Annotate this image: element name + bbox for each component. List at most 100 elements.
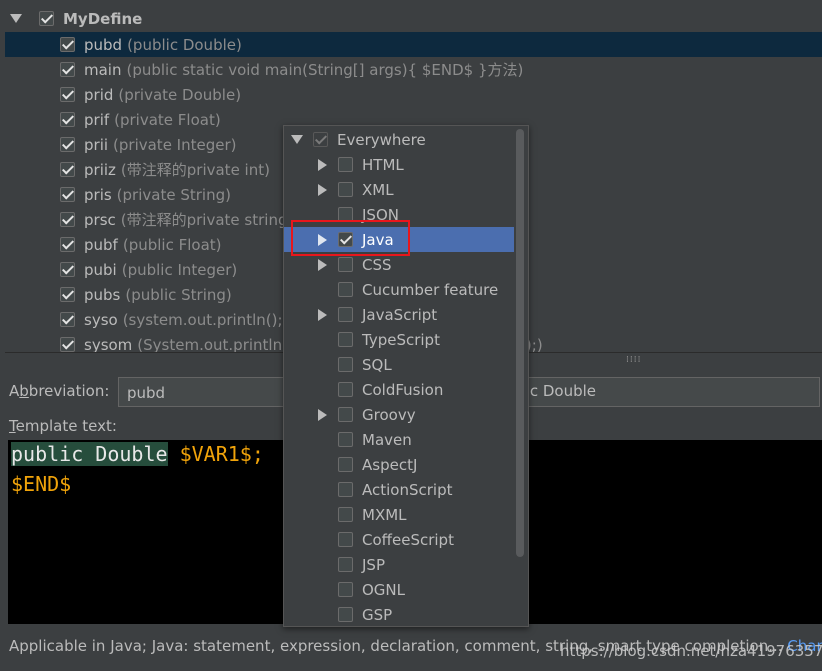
template-row[interactable]: prid (private Double) bbox=[5, 82, 822, 107]
context-label: Cucumber feature bbox=[362, 280, 499, 299]
template-checkbox[interactable] bbox=[60, 162, 75, 177]
context-checkbox[interactable] bbox=[338, 582, 353, 597]
context-label: CSS bbox=[362, 255, 392, 274]
group-checkbox[interactable] bbox=[39, 11, 54, 26]
template-abbreviation: pubs bbox=[84, 285, 121, 304]
context-checkbox[interactable] bbox=[313, 132, 328, 147]
template-abbreviation: prif bbox=[84, 110, 110, 129]
template-checkbox[interactable] bbox=[60, 62, 75, 77]
template-description: (private Float) bbox=[114, 110, 221, 129]
template-abbreviation: prsc bbox=[84, 210, 116, 229]
context-item-ognl[interactable]: OGNL bbox=[284, 577, 514, 602]
context-label: JSP bbox=[362, 555, 385, 574]
template-checkbox[interactable] bbox=[60, 87, 75, 102]
tree-group-mydefine[interactable]: MyDefine bbox=[5, 6, 822, 31]
context-checkbox[interactable] bbox=[338, 307, 353, 322]
context-checkbox[interactable] bbox=[338, 557, 353, 572]
abbreviation-label: Abbreviation: bbox=[9, 382, 110, 400]
watermark: https://blog.csdn.net/hza419763578 bbox=[560, 642, 822, 660]
template-text-label: Template text: bbox=[9, 417, 117, 435]
template-checkbox[interactable] bbox=[60, 37, 75, 52]
context-checkbox[interactable] bbox=[338, 282, 353, 297]
context-checkbox[interactable] bbox=[338, 357, 353, 372]
template-checkbox[interactable] bbox=[60, 212, 75, 227]
context-item-cucumber-feature[interactable]: Cucumber feature bbox=[284, 277, 514, 302]
context-checkbox[interactable] bbox=[338, 407, 353, 422]
context-label: XML bbox=[362, 180, 394, 199]
template-description: (System.out.println(" bbox=[137, 335, 295, 353]
group-name: MyDefine bbox=[63, 9, 143, 28]
context-item-coffeescript[interactable]: CoffeeScript bbox=[284, 527, 514, 552]
context-item-groovy[interactable]: Groovy bbox=[284, 402, 514, 427]
context-item-actionscript[interactable]: ActionScript bbox=[284, 477, 514, 502]
context-item-aspectj[interactable]: AspectJ bbox=[284, 452, 514, 477]
template-abbreviation: pubf bbox=[84, 235, 118, 254]
context-item-xml[interactable]: XML bbox=[284, 177, 514, 202]
collapsed-arrow-icon[interactable] bbox=[317, 308, 327, 321]
context-item-everywhere[interactable]: Everywhere bbox=[284, 127, 514, 152]
context-label: Groovy bbox=[362, 405, 416, 424]
context-item-html[interactable]: HTML bbox=[284, 152, 514, 177]
context-item-javascript[interactable]: JavaScript bbox=[284, 302, 514, 327]
collapsed-arrow-icon[interactable] bbox=[317, 408, 327, 421]
context-label: TypeScript bbox=[362, 330, 440, 349]
context-label: CoffeeScript bbox=[362, 530, 454, 549]
template-checkbox[interactable] bbox=[60, 237, 75, 252]
template-abbreviation: prii bbox=[84, 135, 109, 154]
template-description: (public String) bbox=[125, 285, 232, 304]
context-checkbox[interactable] bbox=[338, 532, 353, 547]
template-description: (public static void main(String[] args){… bbox=[126, 61, 524, 79]
context-checkbox[interactable] bbox=[338, 482, 353, 497]
context-checkbox[interactable] bbox=[338, 332, 353, 347]
template-checkbox[interactable] bbox=[60, 112, 75, 127]
context-item-coldfusion[interactable]: ColdFusion bbox=[284, 377, 514, 402]
context-label: MXML bbox=[362, 505, 407, 524]
template-checkbox[interactable] bbox=[60, 337, 75, 352]
template-checkbox[interactable] bbox=[60, 312, 75, 327]
template-row[interactable]: pubd (public Double) bbox=[5, 32, 822, 57]
context-label: HTML bbox=[362, 155, 404, 174]
template-checkbox[interactable] bbox=[60, 287, 75, 302]
template-line-1: public Double $VAR1$; bbox=[11, 442, 264, 466]
collapsed-arrow-icon[interactable] bbox=[317, 183, 327, 196]
context-checkbox[interactable] bbox=[338, 432, 353, 447]
context-checkbox[interactable] bbox=[338, 507, 353, 522]
template-checkbox[interactable] bbox=[60, 137, 75, 152]
context-item-typescript[interactable]: TypeScript bbox=[284, 327, 514, 352]
collapsed-arrow-icon[interactable] bbox=[317, 158, 327, 171]
context-checkbox[interactable] bbox=[338, 182, 353, 197]
template-description: (带注释的private int) bbox=[120, 161, 270, 179]
context-item-maven[interactable]: Maven bbox=[284, 427, 514, 452]
context-label: ColdFusion bbox=[362, 380, 444, 399]
template-description: (带注释的private string bbox=[120, 211, 288, 229]
context-checkbox[interactable] bbox=[338, 382, 353, 397]
template-description: (public Float) bbox=[122, 235, 222, 254]
context-label: JavaScript bbox=[362, 305, 438, 324]
applicable-contexts-popup[interactable]: Everywhere HTML XML JSON Java CSS Cucumber fea… bbox=[283, 125, 529, 627]
context-checkbox[interactable] bbox=[338, 257, 353, 272]
context-item-sql[interactable]: SQL bbox=[284, 352, 514, 377]
template-abbreviation: main bbox=[84, 60, 122, 79]
expand-arrow-icon[interactable] bbox=[291, 135, 303, 144]
expand-arrow-icon[interactable] bbox=[10, 14, 22, 23]
template-line-2: $END$ bbox=[11, 472, 72, 496]
context-checkbox[interactable] bbox=[338, 607, 353, 622]
context-label: OGNL bbox=[362, 580, 406, 599]
template-description: (private Double) bbox=[118, 85, 242, 104]
template-checkbox[interactable] bbox=[60, 262, 75, 277]
context-checkbox[interactable] bbox=[338, 457, 353, 472]
template-row[interactable]: main (public static void main(String[] ar… bbox=[5, 57, 822, 82]
popup-scrollbar[interactable] bbox=[516, 129, 524, 557]
template-checkbox[interactable] bbox=[60, 187, 75, 202]
context-item-jsp[interactable]: JSP bbox=[284, 552, 514, 577]
template-abbreviation: pubd bbox=[84, 35, 123, 54]
template-description: (private String) bbox=[116, 185, 231, 204]
template-abbreviation: pris bbox=[84, 185, 112, 204]
collapsed-arrow-icon[interactable] bbox=[317, 258, 327, 271]
splitter-grip[interactable]: ⁞⁞⁞⁞ bbox=[626, 355, 641, 365]
template-abbreviation: syso bbox=[84, 310, 118, 329]
context-checkbox[interactable] bbox=[338, 157, 353, 172]
context-item-mxml[interactable]: MXML bbox=[284, 502, 514, 527]
highlight-box bbox=[291, 220, 410, 256]
context-item-gsp[interactable]: GSP bbox=[284, 602, 514, 626]
